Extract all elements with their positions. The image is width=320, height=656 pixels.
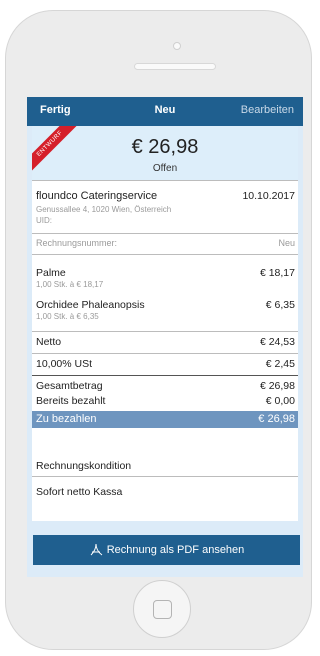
invoice-conditions[interactable]: Rechnungskondition Sofort netto Kassa [32,453,298,521]
net-label: Netto [36,336,62,348]
due-label: Zu bezahlen [36,413,97,425]
navigation-bar: Fertig Neu Bearbeiten [27,97,303,126]
item-name: Orchidee Phaleanopsis [36,299,145,311]
view-pdf-label: Rechnung als PDF ansehen [106,544,245,556]
tax-label: 10,00% USt [36,358,93,370]
edit-button[interactable]: Bearbeiten [241,104,294,116]
item-name: Palme [36,267,66,279]
divider [32,233,298,234]
divider [32,375,298,376]
gross-value: € 26,98 [259,380,295,392]
invoice-number-value: Neu [278,238,295,248]
conditions-title: Rechnungskondition [36,460,132,472]
gross-label: Gesamtbetrag [36,380,103,392]
home-square-icon [153,600,172,619]
speaker-grille [134,63,216,70]
customer-address: Genussallee 4, 1020 Wien, Österreich [36,205,172,214]
amount-due-row: Zu bezahlen € 26,98 [32,411,298,428]
divider [32,180,298,181]
invoice-total: € 26,98 [131,136,199,158]
invoice-status: Offen [152,163,178,174]
customer-uid-label: UID: [36,216,52,225]
item-detail: 1,00 Stk. à € 18,17 [36,280,104,289]
invoice-summary: ENTWURF € 26,98 Offen [32,126,298,180]
customer-name: floundco Cateringservice [36,190,158,202]
conditions-value: Sofort netto Kassa [36,486,123,498]
invoice-number-label: Rechnungsnummer: [36,238,118,248]
app-screen: Fertig Neu Bearbeiten ENTWURF € 26,98 Of… [27,97,303,577]
camera-dot [173,42,181,50]
divider [32,476,298,477]
paid-label: Bereits bezahlt [36,395,106,407]
item-amount: € 6,35 [265,299,295,311]
paid-value: € 0,00 [265,395,295,407]
due-value: € 26,98 [258,413,295,425]
invoice-date: 10.10.2017 [242,190,295,202]
pdf-icon [90,543,103,556]
invoice-details: floundco Cateringservice 10.10.2017 Genu… [32,180,298,459]
divider [32,353,298,354]
home-button[interactable] [133,580,191,638]
divider [32,254,298,255]
view-pdf-button[interactable]: Rechnung als PDF ansehen [33,535,300,565]
tax-value: € 2,45 [265,358,295,370]
net-value: € 24,53 [259,336,295,348]
item-amount: € 18,17 [259,267,295,279]
divider [32,331,298,332]
item-detail: 1,00 Stk. à € 6,35 [36,312,99,321]
